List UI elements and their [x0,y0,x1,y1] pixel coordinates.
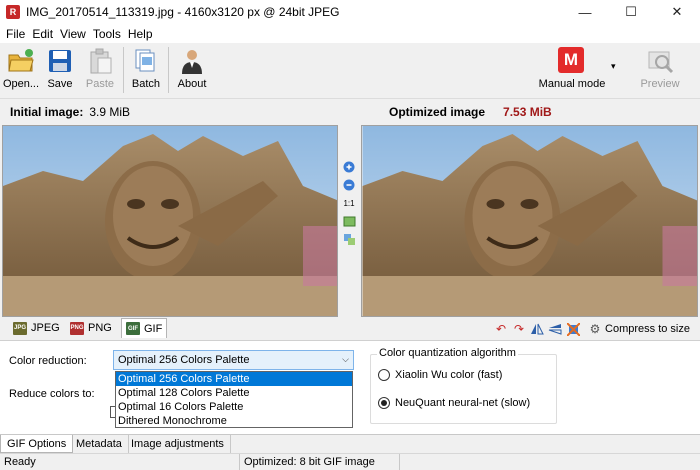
reduce-colors-label: Reduce colors to: [9,388,95,400]
gif-icon: GIF [126,322,140,335]
chevron-down-icon: ⌵ [342,354,349,364]
mode-dropdown-arrow-icon[interactable]: ▾ [611,61,616,72]
optimized-size: 7.53 MiB [503,105,552,119]
radio-neuquant[interactable]: NeuQuant neural-net (slow) [378,397,530,409]
preview-icon [646,47,674,75]
save-button[interactable]: Save [44,45,76,95]
minimize-button[interactable]: — [562,0,608,24]
person-icon [178,47,206,75]
radio-xiaolin-label: Xiaolin Wu color (fast) [395,369,503,381]
manual-mode-button[interactable]: M Manual mode [534,45,610,95]
paste-label: Paste [85,78,115,90]
status-ready: Ready [0,453,240,470]
radio-xiaolin-dot [378,369,390,381]
menu-help[interactable]: Help [126,27,158,41]
flip-vertical-icon[interactable] [547,321,563,337]
initial-size-row: Initial image: 3.9 MiB [10,100,130,124]
floppy-icon [46,47,74,75]
dropdown-option[interactable]: Optimal 16 Colors Palette [116,400,352,414]
dropdown-option[interactable]: Dithered Monochrome [116,414,352,428]
menu-file[interactable]: File [4,27,30,41]
radio-neuquant-label: NeuQuant neural-net (slow) [395,397,531,409]
about-label: About [177,78,207,90]
initial-label: Initial image: [10,105,84,119]
app-icon: R [6,5,20,19]
folder-icon [7,47,35,75]
close-button[interactable]: ✕ [654,0,700,24]
zoom-out-icon[interactable] [342,178,356,192]
tab-png-label: PNG [88,322,112,334]
tab-png[interactable]: PNG PNG [66,318,116,338]
fit-window-icon[interactable] [342,214,356,228]
tab-gif-label: GIF [144,322,163,335]
color-reduction-value: Optimal 256 Colors Palette [118,354,250,366]
zoom-actual-size-button[interactable]: 1:1 [342,196,356,210]
quantization-group-title: Color quantization algorithm [377,347,518,359]
sand-sculpture-image [362,126,697,316]
sand-sculpture-image [3,126,337,316]
save-label: Save [47,78,73,90]
tab-image-adjustments[interactable]: Image adjustments [125,435,231,453]
optimized-label: Optimized image [389,105,486,119]
preview-button[interactable]: Preview [640,45,680,95]
tab-jpeg[interactable]: JPG JPEG [9,318,64,338]
zoom-in-icon[interactable] [342,160,356,174]
maximize-button[interactable]: ☐ [608,0,654,24]
batch-label: Batch [131,78,161,90]
status-bar: Ready Optimized: 8 bit GIF image [0,453,700,470]
png-icon: PNG [70,321,84,335]
open-label: Open... [2,78,40,90]
menu-view[interactable]: View [58,27,91,41]
preview-label: Preview [640,78,680,90]
clipboard-icon [86,47,114,75]
compress-to-size-button[interactable]: Compress to size [605,323,690,335]
dropdown-option[interactable]: Optimal 256 Colors Palette [116,372,352,386]
rotate-right-icon[interactable]: ↷ [511,321,527,337]
crop-icon[interactable] [565,321,581,337]
color-reduction-dropdown: Optimal 256 Colors Palette Optimal 128 C… [115,371,353,428]
toolbar: Open... Save Paste Batch About M Manual … [0,43,700,99]
color-reduction-label: Color reduction: [9,355,87,367]
zoom-toolbar: 1:1 [339,160,359,246]
window-title: IMG_20170514_113319.jpg - 4160x3120 px @… [26,5,340,19]
batch-icon [132,47,160,75]
about-button[interactable]: About [173,45,211,95]
options-tabs: GIF Options Metadata Image adjustments [0,434,700,453]
dropdown-option[interactable]: Optimal 128 Colors Palette [116,386,352,400]
compare-icon[interactable] [342,232,356,246]
initial-size: 3.9 MiB [89,105,131,119]
color-reduction-select[interactable]: Optimal 256 Colors Palette ⌵ [113,350,354,370]
status-optimized: Optimized: 8 bit GIF image [240,453,400,470]
tab-gif-options[interactable]: GIF Options [0,435,74,453]
optimized-image[interactable] [361,125,698,317]
toolbar-separator [168,47,169,93]
initial-image[interactable] [2,125,338,317]
format-tabs: JPG JPEG PNG PNG GIF GIF ↶ ↷ ⚙ Compress … [0,318,700,340]
image-tools: ↶ ↷ ⚙ Compress to size [493,319,700,339]
manual-mode-label: Manual mode [538,78,606,90]
rotate-left-icon[interactable]: ↶ [493,321,509,337]
optimized-size-row: Optimized image 7.53 MiB [389,100,558,124]
title-bar: R IMG_20170514_113319.jpg - 4160x3120 px… [0,0,700,24]
flip-horizontal-icon[interactable] [529,321,545,337]
menu-bar: File Edit View Tools Help [0,24,700,43]
jpeg-icon: JPG [13,321,27,335]
menu-tools[interactable]: Tools [91,27,126,41]
mode-icon: M [558,47,586,75]
gear-icon: ⚙ [589,322,601,336]
radio-neuquant-dot [378,397,390,409]
tab-metadata[interactable]: Metadata [70,435,129,453]
menu-edit[interactable]: Edit [30,27,58,41]
open-button[interactable]: Open... [2,45,40,95]
paste-button[interactable]: Paste [84,45,116,95]
toolbar-separator [123,47,124,93]
tab-jpeg-label: JPEG [31,322,60,334]
batch-button[interactable]: Batch [128,45,164,95]
radio-xiaolin[interactable]: Xiaolin Wu color (fast) [378,369,502,381]
tab-gif[interactable]: GIF GIF [121,318,168,338]
quantization-group: Color quantization algorithm Xiaolin Wu … [370,347,557,424]
